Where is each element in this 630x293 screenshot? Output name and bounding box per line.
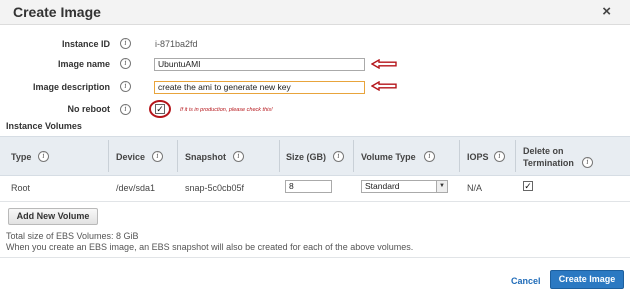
info-icon[interactable]: i bbox=[38, 151, 49, 162]
chevron-down-icon[interactable]: ▼ bbox=[436, 181, 447, 192]
column-header-delete-on: Delete on bbox=[523, 146, 564, 156]
column-header-size: Size (GB) bbox=[286, 152, 327, 162]
delete-on-termination-checkbox[interactable]: ✓ bbox=[523, 181, 533, 191]
info-icon[interactable]: i bbox=[120, 81, 131, 92]
column-divider bbox=[279, 140, 280, 172]
info-icon[interactable]: i bbox=[120, 58, 131, 69]
red-arrow-icon bbox=[371, 81, 397, 91]
dialog-title: Create Image bbox=[13, 4, 101, 20]
info-icon[interactable]: i bbox=[333, 151, 344, 162]
column-header-type: Type bbox=[11, 152, 32, 162]
image-description-label: Image description bbox=[32, 82, 110, 92]
column-divider bbox=[108, 140, 109, 172]
cancel-button[interactable]: Cancel bbox=[511, 276, 541, 286]
instance-id-label: Instance ID bbox=[61, 39, 110, 49]
volume-type-value: Standard bbox=[365, 181, 400, 191]
info-icon[interactable]: i bbox=[494, 151, 505, 162]
column-divider bbox=[177, 140, 178, 172]
no-reboot-label: No reboot bbox=[67, 104, 111, 114]
info-icon[interactable]: i bbox=[424, 151, 435, 162]
footer-divider bbox=[0, 257, 630, 258]
volume-type-select[interactable]: Standard ▼ bbox=[361, 180, 448, 193]
info-icon[interactable]: i bbox=[582, 157, 593, 168]
red-arrow-icon bbox=[371, 59, 397, 69]
total-size-text: Total size of EBS Volumes: 8 GiB bbox=[6, 231, 139, 241]
column-header-volume-type: Volume Type bbox=[361, 152, 416, 162]
snapshot-note-text: When you create an EBS image, an EBS sna… bbox=[6, 242, 414, 252]
image-name-input[interactable]: UbuntuAMI bbox=[154, 58, 365, 71]
add-new-volume-button[interactable]: Add New Volume bbox=[8, 208, 98, 225]
no-reboot-checkbox[interactable]: ✓ bbox=[155, 104, 165, 114]
column-divider bbox=[515, 140, 516, 172]
column-divider bbox=[459, 140, 460, 172]
create-image-button[interactable]: Create Image bbox=[550, 270, 624, 289]
table-cell-snapshot: snap-5c0cb05f bbox=[185, 183, 245, 193]
column-divider bbox=[353, 140, 354, 172]
column-header-device: Device bbox=[116, 152, 146, 162]
size-input[interactable]: 8 bbox=[285, 180, 332, 193]
image-description-input[interactable]: create the ami to generate new key bbox=[154, 81, 365, 94]
image-name-label: Image name bbox=[57, 59, 110, 69]
info-icon[interactable]: i bbox=[233, 151, 244, 162]
table-cell-device: /dev/sda1 bbox=[116, 183, 156, 193]
info-icon[interactable]: i bbox=[120, 104, 131, 115]
info-icon[interactable]: i bbox=[152, 151, 163, 162]
row-divider bbox=[0, 201, 630, 202]
dialog-titlebar: Create Image × bbox=[0, 0, 630, 25]
info-icon[interactable]: i bbox=[120, 38, 131, 49]
close-icon[interactable]: × bbox=[602, 3, 611, 20]
table-cell-iops: N/A bbox=[467, 183, 483, 193]
instance-id-value: i-871ba2fd bbox=[155, 39, 198, 49]
column-header-termination: Termination bbox=[523, 158, 574, 168]
column-header-iops: IOPS bbox=[467, 152, 489, 162]
annotation-note: If it is in production, please check thi… bbox=[180, 107, 273, 113]
table-cell-type: Root bbox=[11, 183, 31, 193]
column-header-snapshot: Snapshot bbox=[185, 152, 227, 162]
section-title: Instance Volumes bbox=[6, 121, 82, 131]
